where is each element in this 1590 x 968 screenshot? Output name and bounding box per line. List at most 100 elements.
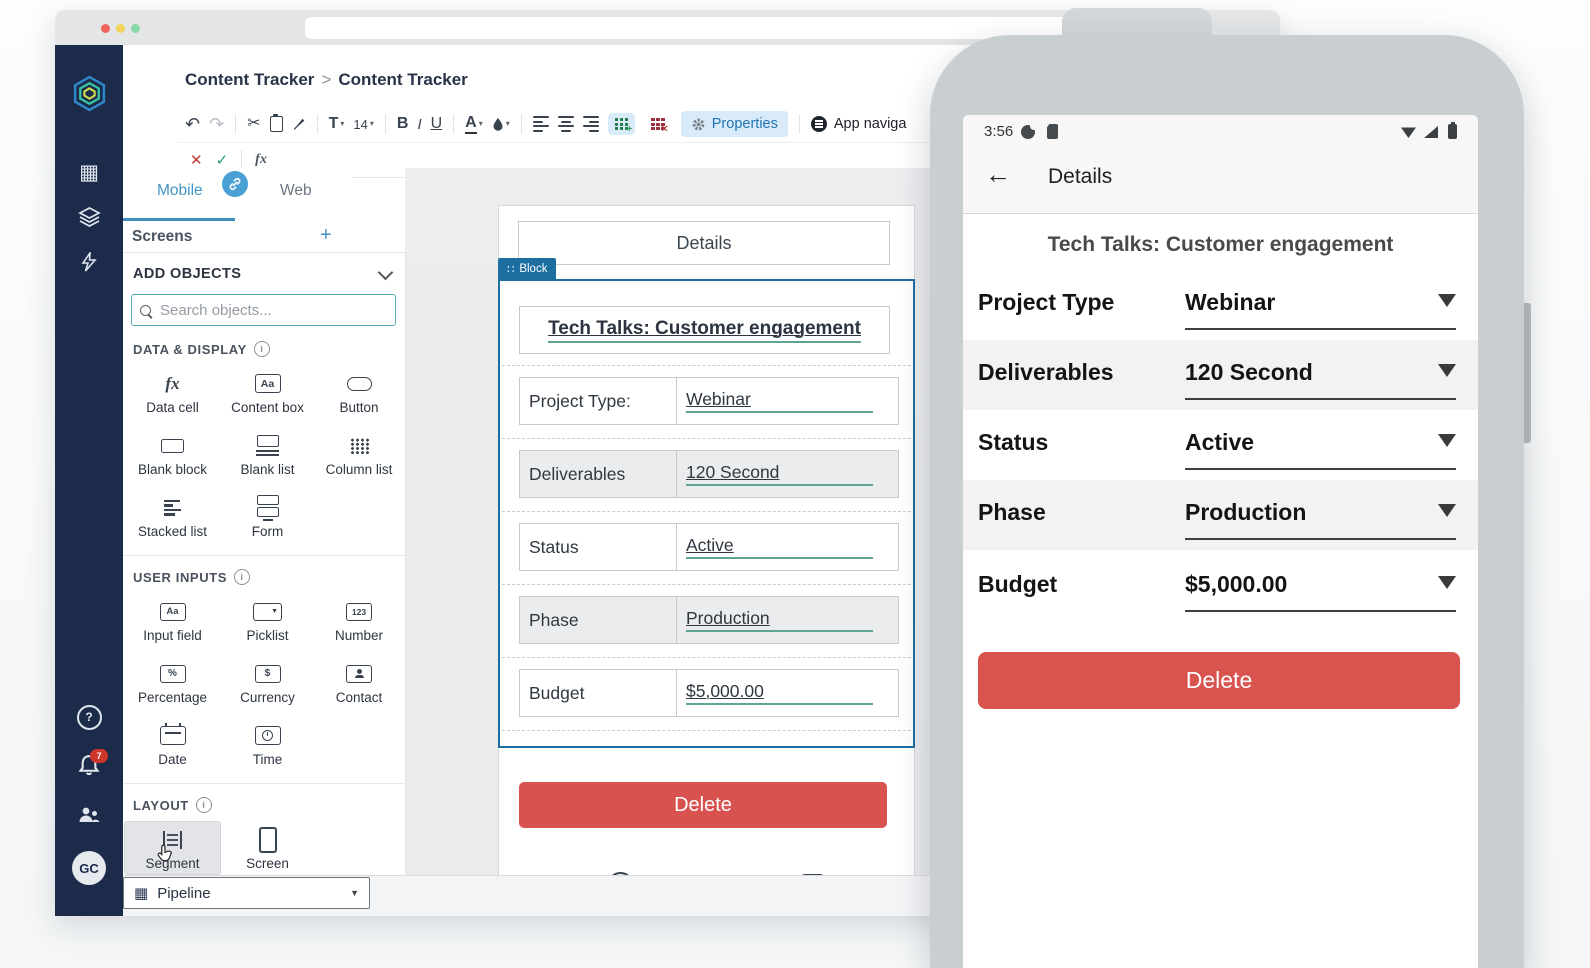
record-title-field[interactable]: Tech Talks: Customer engagement — [519, 306, 890, 354]
redo-button[interactable]: ↷ — [209, 115, 224, 133]
palette-item-number[interactable]: 123Number — [315, 594, 403, 646]
palette-item-button[interactable]: Button — [315, 366, 403, 418]
zoom-window-button[interactable] — [131, 24, 140, 33]
palette-item-picklist[interactable]: ▼Picklist — [220, 594, 315, 646]
phone-field-row[interactable]: Budget$5,000.00 — [963, 552, 1478, 622]
tab-web[interactable]: Web — [280, 182, 312, 200]
preview-screen-title[interactable]: Details — [518, 221, 890, 265]
paste-button[interactable] — [270, 116, 283, 132]
palette-item-screen[interactable]: Screen — [220, 822, 315, 874]
info-icon[interactable]: i — [234, 569, 250, 585]
palette-item-form[interactable]: Form — [220, 490, 315, 542]
info-icon[interactable]: i — [196, 797, 212, 813]
palette-item-blank-list[interactable]: Blank list — [220, 428, 315, 480]
font-size-value: 14 — [353, 118, 367, 131]
align-left-button[interactable] — [533, 116, 549, 132]
users-button[interactable] — [55, 795, 123, 835]
delete-button[interactable]: Delete — [519, 782, 887, 828]
link-platforms-button[interactable] — [222, 171, 248, 197]
dropdown-triangle-icon[interactable] — [1438, 364, 1456, 377]
palette-item-date[interactable]: Date — [125, 718, 220, 770]
palette-item-data-cell[interactable]: fxData cell — [125, 366, 220, 418]
notifications-button[interactable]: 7 — [55, 745, 123, 785]
italic-button[interactable]: I — [417, 117, 421, 132]
number-icon: 123 — [346, 599, 372, 624]
text-color-button[interactable]: A▾ — [465, 115, 483, 134]
dropdown-triangle-icon[interactable] — [1438, 504, 1456, 517]
underline-button[interactable]: U — [431, 116, 443, 132]
app-navigation-button[interactable]: App naviga — [811, 116, 907, 132]
breadcrumb-page[interactable]: Content Tracker — [338, 70, 467, 89]
pages-nav-button[interactable] — [55, 197, 123, 237]
palette-item-input-field[interactable]: AaInput field — [125, 594, 220, 646]
bold-button[interactable]: B — [397, 116, 409, 132]
canvas-field-value[interactable]: $5,000.00 — [676, 669, 899, 717]
align-right-button[interactable] — [583, 116, 599, 132]
help-button[interactable]: ? — [55, 697, 123, 737]
palette-item-blank-block[interactable]: Blank block — [125, 428, 220, 480]
undo-button[interactable]: ↶ — [185, 115, 200, 133]
font-size-select[interactable]: 14▾ — [353, 118, 373, 131]
align-center-button[interactable] — [558, 116, 574, 132]
back-arrow-button[interactable]: ← — [985, 161, 1011, 187]
add-screen-button[interactable]: + — [320, 224, 332, 247]
delete-column-button[interactable]: ✕ — [644, 113, 672, 135]
field-underline — [1185, 610, 1456, 612]
dropdown-triangle-icon[interactable] — [1438, 294, 1456, 307]
add-objects-header[interactable]: ADD OBJECTS — [123, 253, 405, 290]
canvas-field-label[interactable]: Budget — [519, 669, 681, 717]
table-selector[interactable]: ▦ Pipeline ▼ — [123, 877, 370, 909]
font-family-button[interactable]: T▾ — [329, 116, 345, 132]
close-window-button[interactable] — [101, 24, 110, 33]
canvas-field-label[interactable]: Status — [519, 523, 681, 571]
phone-field-row[interactable]: Deliverables120 Second — [963, 340, 1478, 410]
screen-icon — [259, 827, 277, 852]
app-logo[interactable] — [55, 70, 123, 116]
properties-button[interactable]: Properties — [681, 111, 788, 137]
phone-field-row[interactable]: Project TypeWebinar — [963, 270, 1478, 340]
breadcrumb-app[interactable]: Content Tracker — [185, 70, 314, 89]
canvas-field-value[interactable]: 120 Second — [676, 450, 899, 498]
palette-item-time[interactable]: Time — [220, 718, 315, 770]
phone-field-row[interactable]: PhaseProduction — [963, 480, 1478, 550]
phone-device: 3:56 ← Details Tech Talks: Customer enga… — [930, 35, 1524, 968]
tab-mobile[interactable]: Mobile — [157, 182, 203, 200]
cancel-icon[interactable]: ✕ — [190, 151, 203, 169]
palette-item-currency[interactable]: $Currency — [220, 656, 315, 708]
selected-block[interactable]: Tech Talks: Customer engagement Project … — [498, 279, 915, 748]
canvas-field-value[interactable]: Active — [676, 523, 899, 571]
info-icon[interactable]: i — [254, 341, 270, 357]
canvas-field-label[interactable]: Deliverables — [519, 450, 681, 498]
palette-item-contact[interactable]: Contact — [315, 656, 403, 708]
canvas-field-label[interactable]: Project Type: — [519, 377, 681, 425]
palette-item-stacked-list[interactable]: Stacked list — [125, 490, 220, 542]
insert-column-button[interactable]: + — [608, 113, 636, 135]
dropdown-triangle-icon[interactable] — [1438, 434, 1456, 447]
browser-tab[interactable] — [305, 17, 1105, 39]
canvas-field-label[interactable]: Phase — [519, 596, 681, 644]
fill-color-button[interactable]: ▾ — [492, 117, 510, 131]
undo-icon: ↶ — [185, 115, 200, 133]
palette-item-segment[interactable]: Segment — [125, 822, 220, 874]
canvas-field-value[interactable]: Production — [676, 596, 899, 644]
palette-item-column-list[interactable]: Column list — [315, 428, 403, 480]
phone-field-label: Project Type — [978, 289, 1114, 316]
dropdown-triangle-icon[interactable] — [1438, 576, 1456, 589]
account-avatar[interactable]: GC — [55, 845, 123, 891]
cut-button[interactable]: ✂ — [247, 116, 260, 132]
block-tag[interactable]: ∷Block — [498, 258, 556, 279]
phone-delete-button[interactable]: Delete — [978, 652, 1460, 709]
palette-item-content-box[interactable]: AaContent box — [220, 366, 315, 418]
canvas-field-value[interactable]: Webinar — [676, 377, 899, 425]
confirm-icon[interactable]: ✓ — [216, 151, 229, 169]
actions-nav-button[interactable] — [55, 242, 123, 282]
tables-nav-button[interactable]: ▦ — [55, 152, 123, 192]
ink-drop-icon — [492, 117, 504, 131]
search-input[interactable] — [158, 301, 387, 320]
palette-item-percentage[interactable]: %Percentage — [125, 656, 220, 708]
format-painter-button[interactable] — [292, 117, 306, 131]
fx-icon[interactable]: fx — [255, 152, 267, 168]
phone-field-row[interactable]: StatusActive — [963, 410, 1478, 480]
minimize-window-button[interactable] — [116, 24, 125, 33]
palette-item-label: Date — [158, 752, 187, 767]
